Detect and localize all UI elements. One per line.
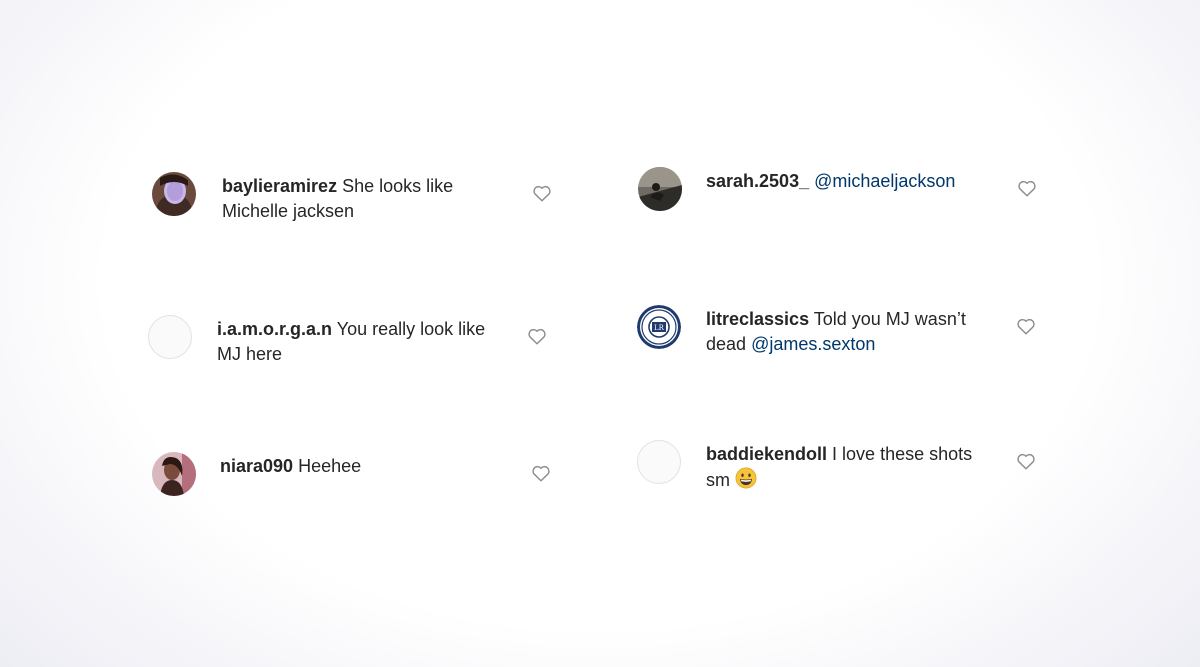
comment-username[interactable]: sarah.2503_	[706, 171, 809, 191]
heart-outline-icon[interactable]	[1016, 452, 1036, 470]
mention-link[interactable]: @james.sexton	[751, 334, 875, 354]
comment-item: niara090 Heehee	[152, 452, 562, 512]
comment-body-line2: dead	[706, 334, 747, 354]
avatar[interactable]	[637, 440, 681, 484]
comment-item: LR litreclassics Told you MJ wasn’t dead…	[637, 305, 1047, 365]
comment-body: She looks like	[342, 176, 454, 196]
comment-username[interactable]: litreclassics	[706, 309, 809, 329]
svg-text:LR: LR	[654, 324, 665, 332]
comment-username[interactable]: baddiekendoll	[706, 444, 827, 464]
comment-body-line2: sm	[706, 470, 730, 490]
avatar[interactable]	[152, 452, 196, 496]
comment-username[interactable]: i.a.m.o.r.g.a.n	[217, 319, 332, 339]
grinning-face-emoji	[735, 467, 757, 489]
comment-body: I love these shots	[832, 444, 973, 464]
comment-text: i.a.m.o.r.g.a.n You really look like MJ …	[217, 317, 485, 367]
comment-text: niara090 Heehee	[220, 454, 361, 479]
comment-text: baylieramirez She looks like Michelle ja…	[222, 174, 453, 224]
heart-outline-icon[interactable]	[527, 327, 547, 345]
comment-body: You really look like	[336, 319, 486, 339]
comment-body-line2: MJ here	[217, 344, 283, 364]
comment-text: litreclassics Told you MJ wasn’t dead @j…	[706, 307, 966, 357]
comment-body: Told you MJ wasn’t	[813, 309, 966, 329]
avatar[interactable]	[638, 167, 682, 211]
avatar[interactable]	[148, 315, 192, 359]
avatar[interactable]: LR	[637, 305, 681, 349]
mention-link[interactable]: @michaeljackson	[814, 171, 955, 191]
comment-text: baddiekendoll I love these shots sm	[706, 442, 972, 493]
comment-body-line2: Michelle jacksen	[222, 201, 355, 221]
heart-outline-icon[interactable]	[1017, 179, 1037, 197]
comment-body: Heehee	[298, 456, 362, 476]
comment-item: baylieramirez She looks like Michelle ja…	[152, 172, 562, 232]
heart-outline-icon[interactable]	[1016, 317, 1036, 335]
comment-text: sarah.2503_ @michaeljackson	[706, 169, 955, 194]
comment-username[interactable]: niara090	[220, 456, 293, 476]
avatar[interactable]	[152, 172, 196, 216]
comment-item: baddiekendoll I love these shots sm	[637, 440, 1047, 500]
heart-outline-icon[interactable]	[532, 184, 552, 202]
heart-outline-icon[interactable]	[531, 464, 551, 482]
comment-username[interactable]: baylieramirez	[222, 176, 337, 196]
comment-item: i.a.m.o.r.g.a.n You really look like MJ …	[148, 315, 558, 375]
comment-item: sarah.2503_ @michaeljackson	[638, 167, 1048, 227]
